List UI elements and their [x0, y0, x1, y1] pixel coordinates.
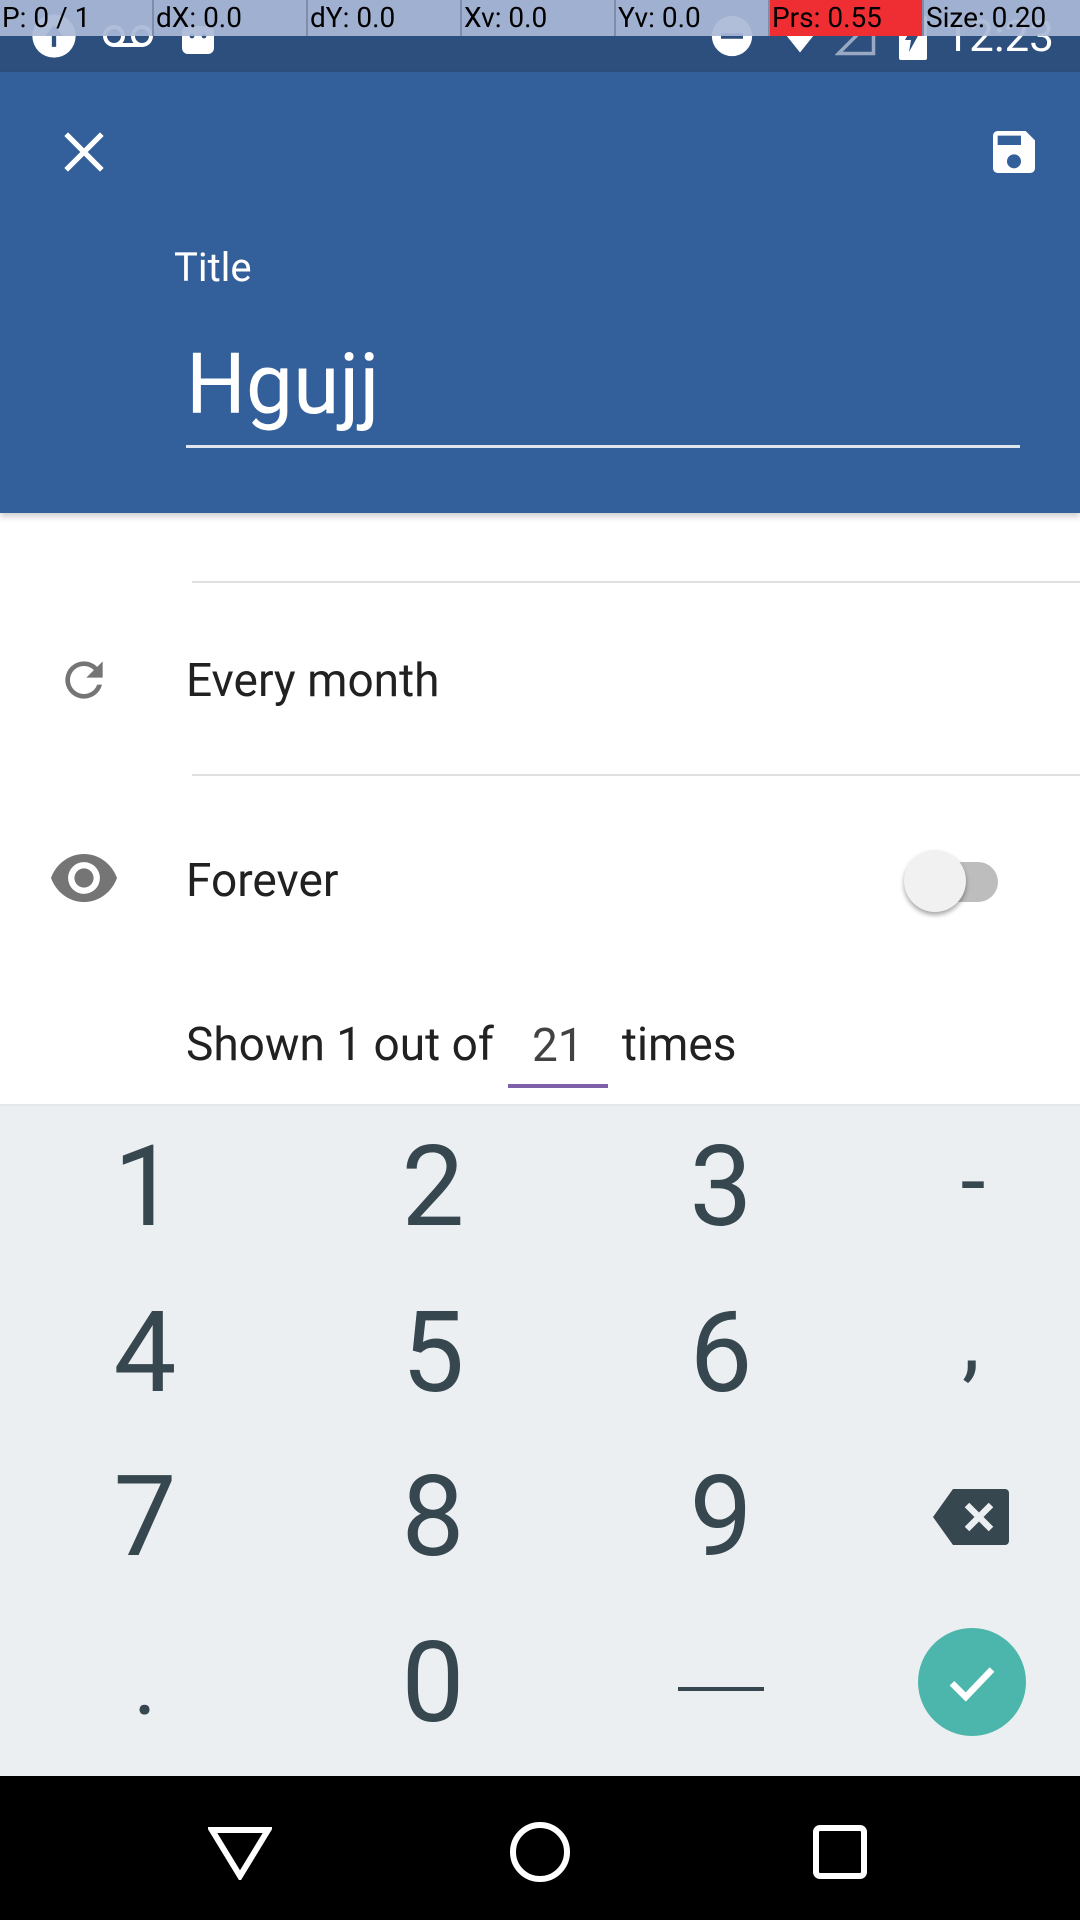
key-2[interactable]: 2 [298, 1104, 568, 1270]
edit-app-bar: Title Hgujj [0, 72, 1080, 513]
key-8[interactable]: 8 [298, 1434, 568, 1600]
divider [192, 774, 1080, 776]
shown-suffix: times [621, 1018, 737, 1072]
pointer-size: Size: 0.20 [926, 1, 1047, 34]
key-6[interactable]: 6 [586, 1270, 856, 1436]
backspace-icon [933, 1489, 1009, 1545]
key-7[interactable]: 7 [10, 1434, 280, 1600]
times-count-input[interactable]: 21 [507, 1014, 608, 1088]
close-icon [64, 132, 104, 172]
save-icon [993, 131, 1035, 173]
pointer-dx: dX: 0.0 [154, 0, 308, 36]
home-button[interactable] [500, 1812, 580, 1892]
space-key[interactable] [586, 1600, 856, 1766]
key-9[interactable]: 9 [586, 1434, 856, 1600]
save-button[interactable] [978, 116, 1050, 188]
toggle-thumb [904, 850, 966, 912]
shown-count-row: Shown 1 out of 21 times [186, 1010, 737, 1088]
navigation-bar [0, 1776, 1080, 1920]
key-3[interactable]: 3 [586, 1104, 856, 1270]
shown-prefix: Shown 1 out of [186, 1018, 494, 1072]
title-label: Title [174, 244, 252, 291]
repeat-row[interactable]: Every month [0, 640, 1080, 720]
key-minus[interactable]: - [838, 1098, 1080, 1264]
forever-toggle[interactable] [904, 844, 1000, 912]
key-1[interactable]: 1 [10, 1104, 280, 1270]
pointer-dy: dY: 0.0 [308, 0, 462, 36]
key-period[interactable]: . [10, 1600, 280, 1766]
key-5[interactable]: 5 [298, 1270, 568, 1436]
title-input[interactable]: Hgujj [186, 330, 1020, 448]
recents-button[interactable] [800, 1812, 880, 1892]
divider [192, 581, 1080, 583]
pointer-xv: Xv: 0.0 [462, 0, 616, 36]
pointer-count: P: 0 / 1 [0, 0, 154, 36]
repeat-label: Every month [186, 654, 440, 708]
close-button[interactable] [48, 116, 120, 188]
status-bar: 12:23 P: 0 / 1 dX: 0.0 dY: 0.0 Xv: 0.0 Y… [0, 0, 1080, 72]
key-0[interactable]: 0 [298, 1600, 568, 1766]
key-comma[interactable]: , [836, 1256, 1080, 1422]
space-bar-icon [678, 1687, 764, 1691]
eye-icon [44, 840, 124, 916]
pointer-location-overlay: P: 0 / 1 dX: 0.0 dY: 0.0 Xv: 0.0 Yv: 0.0… [0, 0, 1080, 36]
pointer-yv: Yv: 0.0 [616, 0, 770, 36]
pointer-pressure: Prs: 0.55 [770, 0, 924, 36]
done-key[interactable] [918, 1628, 1026, 1736]
back-triangle-icon [208, 1827, 272, 1880]
screen: 12:23 P: 0 / 1 dX: 0.0 dY: 0.0 Xv: 0.0 Y… [0, 0, 1080, 1920]
visibility-label: Forever [186, 854, 339, 908]
home-circle-icon [510, 1822, 570, 1882]
back-button[interactable] [200, 1812, 280, 1892]
refresh-icon [46, 642, 122, 718]
backspace-key[interactable] [836, 1434, 1080, 1600]
key-4[interactable]: 4 [10, 1270, 280, 1436]
check-icon [949, 1667, 995, 1702]
visibility-row[interactable]: Forever [0, 840, 1080, 920]
recents-square-icon [813, 1825, 867, 1879]
